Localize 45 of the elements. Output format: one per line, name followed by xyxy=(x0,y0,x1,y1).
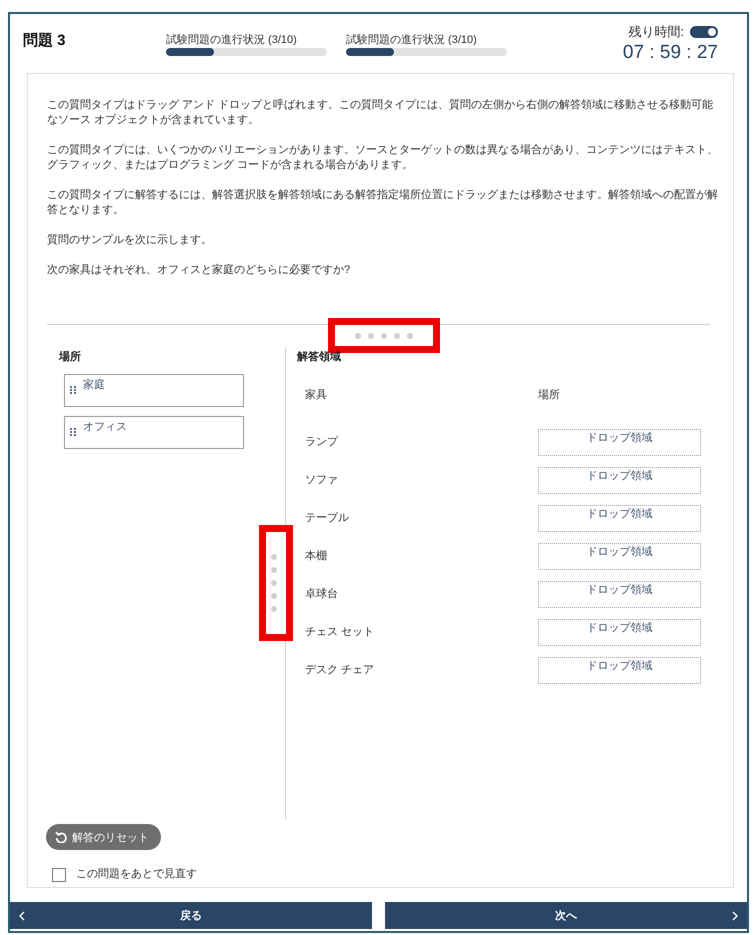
drop-zone[interactable]: ドロップ領域 xyxy=(538,581,701,608)
furniture-label: ソファ xyxy=(305,473,338,488)
question-text: 次の家具はそれぞれ、オフィスと家庭のどちらに必要ですか? xyxy=(47,263,352,278)
checkbox-label: この問題をあとで見直す xyxy=(76,867,197,882)
drag-handle-icon xyxy=(70,386,76,394)
grip-dots-icon xyxy=(355,332,413,338)
drop-zone[interactable]: ドロップ領域 xyxy=(538,505,701,532)
furniture-label: 本棚 xyxy=(305,549,327,564)
drag-handle-icon xyxy=(70,428,76,436)
draggable-item[interactable]: 家庭 xyxy=(64,374,244,407)
question-text: 質問のサンプルを次に示します。 xyxy=(47,233,213,248)
draggable-item[interactable]: オフィス xyxy=(64,416,244,449)
column-heading: 場所 xyxy=(59,350,81,365)
next-button[interactable]: 次へ xyxy=(385,902,747,929)
furniture-label: チェス セット xyxy=(305,625,374,640)
question-text: この質問タイプには、いくつかのバリエーションがあります。ソースとターゲットの数は異なる場合があり、コンテンツにはテキスト、グラフィック、またはプログラミング コードが含まれる場合があります。 xyxy=(47,143,719,173)
furniture-label: ランプ xyxy=(305,435,338,450)
progress-label: 試験問題の進行状況 (3/10) xyxy=(166,34,297,46)
progress-label: 試験問題の進行状況 (3/10) xyxy=(346,34,477,46)
item-label: オフィス xyxy=(83,420,127,435)
furniture-label: テーブル xyxy=(305,511,349,526)
question-number: 問題 3 xyxy=(23,31,67,50)
drop-zone[interactable]: ドロップ領域 xyxy=(538,619,701,646)
checkbox[interactable] xyxy=(52,868,66,882)
drop-zone[interactable]: ドロップ領域 xyxy=(538,543,701,570)
circular-arrow-icon xyxy=(55,831,67,843)
column-header: 場所 xyxy=(538,388,560,403)
toggle-switch[interactable] xyxy=(690,26,718,38)
drop-zone[interactable]: ドロップ領域 xyxy=(538,467,701,494)
drop-zone[interactable]: ドロップ領域 xyxy=(538,429,701,456)
grip-dots-icon xyxy=(270,554,276,612)
furniture-label: 卓球台 xyxy=(305,587,338,602)
reset-button[interactable]: 解答のリセット xyxy=(46,824,161,850)
chevron-right-icon xyxy=(732,910,738,920)
column-header: 家具 xyxy=(305,388,327,403)
item-label: 家庭 xyxy=(83,378,105,393)
question-text: この質問タイプはドラッグ アンド ドロップと呼ばれます。この質問タイプには、質問の左側から右側の解答領域に移動させる移動可能なソース オブジェクトが含まれています。 xyxy=(47,98,714,128)
column-heading: 解答領域 xyxy=(297,350,341,365)
timer-label: 残り時間: xyxy=(628,24,684,40)
chevron-left-icon xyxy=(19,910,25,920)
remaining-time: 07 : 59 : 27 xyxy=(622,42,718,64)
back-button[interactable]: 戻る xyxy=(10,902,372,929)
question-text: この質問タイプに解答するには、解答選択肢を解答領域にある解答指定場所位置にドラッグまたは移動させます。解答領域への配置が解答となります。 xyxy=(47,188,719,218)
drop-zone[interactable]: ドロップ領域 xyxy=(538,657,701,684)
furniture-label: デスク チェア xyxy=(305,663,374,678)
